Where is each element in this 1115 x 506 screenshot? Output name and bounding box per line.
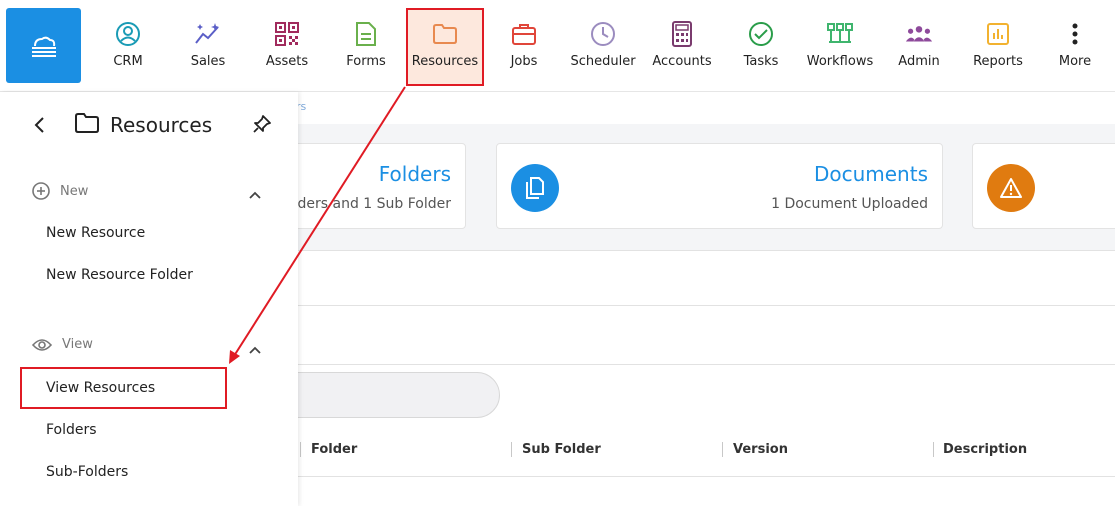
chevron-left-icon (34, 117, 44, 133)
documents-icon (511, 164, 559, 212)
nav-item-assets[interactable]: Assets (247, 10, 327, 82)
chevron-up-icon[interactable] (248, 340, 262, 359)
nav-item-tasks[interactable]: Tasks (721, 10, 801, 82)
more-vertical-icon (1061, 20, 1089, 48)
column-header-folder[interactable]: Folder (311, 442, 357, 457)
calculator-icon (668, 20, 696, 48)
document-icon (352, 20, 380, 48)
column-separator (511, 442, 512, 457)
back-button[interactable] (30, 115, 50, 135)
sidebar (0, 92, 298, 506)
nav-item-admin[interactable]: Admin (879, 10, 959, 82)
nav-label: Reports (973, 54, 1023, 69)
nav-label: Scheduler (570, 54, 636, 69)
pin-icon (253, 115, 271, 133)
nav-label: Accounts (652, 54, 712, 69)
app-logo[interactable] (6, 8, 81, 83)
nav-label: CRM (113, 54, 143, 69)
nav-label: Workflows (806, 54, 874, 69)
nav-item-scheduler[interactable]: Scheduler (563, 10, 643, 82)
nav-item-more[interactable]: More (1035, 10, 1115, 82)
user-circle-icon (114, 20, 142, 48)
users-icon (905, 20, 933, 48)
divider (298, 476, 1115, 477)
nav-item-crm[interactable]: CRM (88, 10, 168, 82)
card-warning[interactable] (972, 143, 1115, 229)
nav-label: More (1058, 54, 1092, 69)
warning-icon (987, 164, 1035, 212)
sparkle-chart-icon (194, 20, 222, 48)
plus-circle-icon (32, 182, 50, 200)
nav-label: Admin (898, 54, 940, 69)
nav-item-jobs[interactable]: Jobs (484, 10, 564, 82)
nav-item-accounts[interactable]: Accounts (642, 10, 722, 82)
card-subtitle: olders and 1 Sub Folder (285, 196, 451, 212)
nav-item-workflows[interactable]: Workflows (800, 10, 880, 82)
eye-icon (32, 338, 52, 351)
nav-item-sales[interactable]: Sales (168, 10, 248, 82)
nav-label: Jobs (510, 54, 538, 69)
sidebar-section-view[interactable]: View (32, 337, 93, 352)
section-label: View (62, 337, 93, 352)
sidebar-item-new-resource-folder[interactable]: New Resource Folder (46, 267, 193, 283)
highlight-box-resources (406, 8, 484, 86)
chevron-up-icon[interactable] (248, 185, 262, 204)
card-documents[interactable]: Documents 1 Document Uploaded (496, 143, 943, 229)
nav-item-reports[interactable]: Reports (958, 10, 1038, 82)
column-header-version[interactable]: Version (733, 442, 788, 457)
bar-chart-icon (984, 20, 1012, 48)
folder-icon (74, 112, 100, 138)
top-navigation: CRM Sales Assets Forms Resources Jobs Sc… (0, 0, 1115, 92)
column-header-sub-folder[interactable]: Sub Folder (522, 442, 601, 457)
sidebar-title: Resources (110, 113, 213, 137)
column-separator (933, 442, 934, 457)
section-label: New (60, 183, 89, 199)
qr-code-icon (273, 20, 301, 48)
nav-label: Tasks (743, 54, 779, 69)
nav-label: Assets (265, 54, 309, 69)
column-separator (722, 442, 723, 457)
check-circle-icon (747, 20, 775, 48)
column-header-description[interactable]: Description (943, 442, 1027, 457)
card-subtitle: 1 Document Uploaded (771, 196, 928, 212)
nav-label: Sales (190, 54, 226, 69)
card-title: Folders (378, 162, 451, 186)
workflow-icon (826, 20, 854, 48)
briefcase-icon (510, 20, 538, 48)
clock-icon (589, 20, 617, 48)
sidebar-item-sub-folders[interactable]: Sub-Folders (46, 464, 128, 480)
sidebar-item-folders[interactable]: Folders (46, 422, 97, 438)
sidebar-item-new-resource[interactable]: New Resource (46, 225, 145, 241)
pin-button[interactable] (252, 114, 272, 138)
cloud-logo-icon (31, 36, 56, 57)
sidebar-section-new[interactable]: New (32, 182, 88, 200)
card-title: Documents (813, 162, 928, 186)
nav-item-forms[interactable]: Forms (326, 10, 406, 82)
nav-label: Forms (346, 54, 386, 69)
highlight-box-view-resources (20, 367, 227, 409)
column-separator (300, 442, 301, 457)
